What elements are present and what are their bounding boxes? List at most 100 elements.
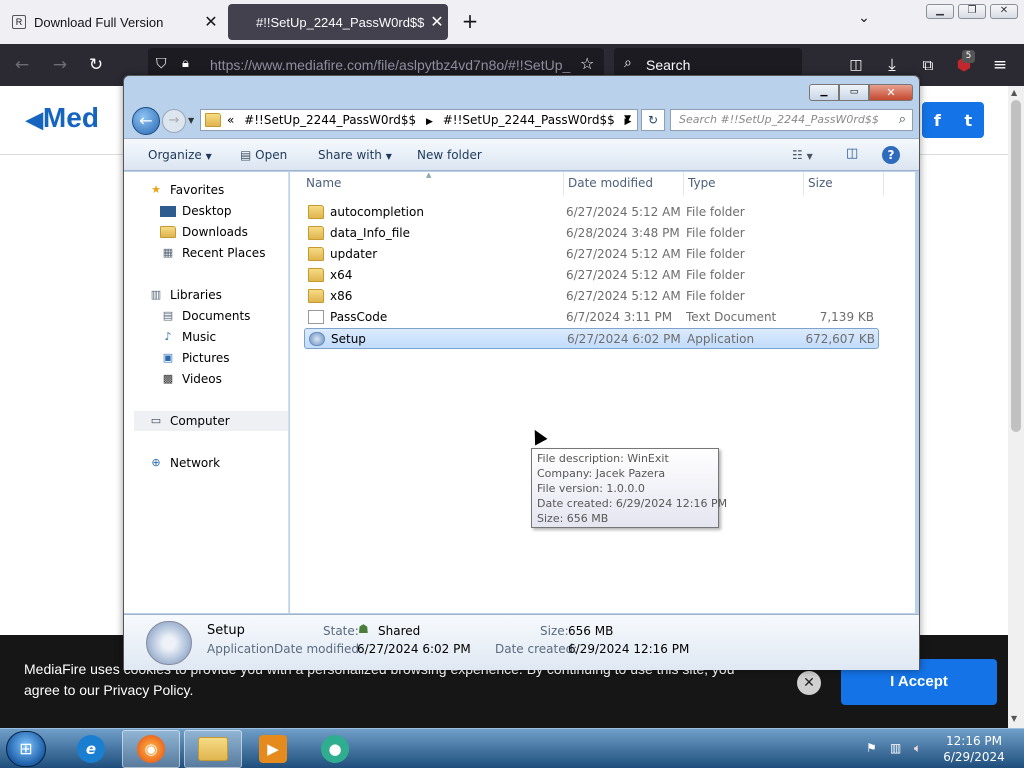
system-clock[interactable]: 12:16 PM 6/29/2024 <box>938 733 1010 765</box>
file-list-pane: Name ▲ Date modified Type Size autocomple… <box>290 171 915 613</box>
nav-documents[interactable]: ▤ Documents <box>160 306 251 326</box>
minimize-window-button[interactable]: ▁ <box>926 4 954 19</box>
nav-videos[interactable]: ▩ Videos <box>160 369 222 389</box>
new-tab-button[interactable]: + <box>458 10 482 34</box>
file-name: x64 <box>330 268 353 282</box>
start-button[interactable]: ⊞ <box>6 731 46 767</box>
column-header-date-modified[interactable]: Date modified <box>564 172 684 196</box>
tab-title: #!!SetUp_2244_PassW0rd$$ <box>256 14 425 30</box>
organize-button[interactable]: Organize ▼ <box>148 148 212 162</box>
file-row-selected[interactable]: Setup 6/27/2024 6:02 PM Application 672,… <box>304 328 879 349</box>
taskbar-app[interactable]: ● <box>306 730 364 768</box>
breadcrumb-overflow[interactable]: « <box>227 113 234 127</box>
file-date: 6/27/2024 5:12 AM <box>566 247 681 261</box>
breadcrumb-arrow-icon[interactable]: ▶ <box>426 117 433 127</box>
address-bar[interactable]: « #!!SetUp_2244_PassW0rd$$ ▶ #!!SetUp_22… <box>200 109 638 131</box>
file-row[interactable]: x86 6/27/2024 5:12 AM File folder <box>304 286 879 307</box>
action-center-flag-icon[interactable]: ⚑ <box>866 741 877 755</box>
tooltip-line: Size: 656 MB <box>537 512 609 525</box>
file-row[interactable]: autocompletion 6/27/2024 5:12 AM File fo… <box>304 202 879 223</box>
nav-music[interactable]: ♪ Music <box>160 327 216 347</box>
close-window-button[interactable]: ✕ <box>990 4 1018 19</box>
tooltip-line: File description: WinExit <box>537 452 669 465</box>
search-icon[interactable]: ⌕ <box>899 112 906 127</box>
share-with-button[interactable]: Share with ▼ <box>318 148 392 162</box>
nav-downloads[interactable]: Downloads <box>160 222 248 242</box>
details-modified-label: Date modified: <box>274 642 364 656</box>
explorer-close-button[interactable]: ✕ <box>869 84 913 101</box>
scroll-down-icon[interactable]: ▼ <box>1011 714 1017 723</box>
file-row[interactable]: PassCode 6/7/2024 3:11 PM Text Document … <box>304 307 879 328</box>
open-button[interactable]: ▤ Open <box>240 148 287 162</box>
search-icon: ⌕ <box>624 55 632 71</box>
file-row[interactable]: x64 6/27/2024 5:12 AM File folder <box>304 265 879 286</box>
shield-icon[interactable]: ⛉ <box>156 56 167 72</box>
cookie-close-icon[interactable]: ✕ <box>797 671 821 695</box>
extensions-icon[interactable]: ⧉ <box>916 53 940 77</box>
taskbar-media-player[interactable]: ▶ <box>244 730 302 768</box>
nav-computer[interactable]: ▭ Computer <box>134 411 288 431</box>
column-header-name[interactable]: Name ▲ <box>302 171 564 196</box>
views-icon[interactable]: ☷ ▼ <box>792 148 813 162</box>
nav-pictures[interactable]: ▣ Pictures <box>160 348 230 368</box>
mediafire-logo[interactable]: ◀︎Med <box>26 102 99 134</box>
volume-muted-icon[interactable]: 🔈︎ <box>914 741 921 756</box>
nav-recent-places[interactable]: ▦ Recent Places <box>160 243 266 263</box>
close-tab-icon[interactable]: ✕ <box>426 12 448 32</box>
explorer-search-box[interactable]: Search #!!SetUp_2244_PassW0rd$$ ⌕ <box>670 109 913 131</box>
file-row[interactable]: updater 6/27/2024 5:12 AM File folder <box>304 244 879 265</box>
music-icon: ♪ <box>164 330 172 343</box>
address-dropdown-icon[interactable]: ▼ <box>624 114 631 124</box>
explorer-minimize-button[interactable]: ▁ <box>809 84 839 101</box>
recent-pages-icon[interactable]: ▼ <box>188 116 194 125</box>
scrollbar-thumb[interactable] <box>1011 100 1021 432</box>
new-folder-button[interactable]: New folder <box>417 148 482 162</box>
chevron-down-icon: ▼ <box>385 152 392 161</box>
nav-network[interactable]: ⊕ Network <box>148 453 220 473</box>
column-header-size[interactable]: Size <box>804 172 884 196</box>
refresh-icon[interactable]: ↻ <box>641 109 665 131</box>
file-date: 6/7/2024 3:11 PM <box>566 310 673 324</box>
nav-desktop[interactable]: Desktop <box>160 201 232 221</box>
forward-button[interactable]: → <box>162 109 186 133</box>
file-date: 6/27/2024 6:02 PM <box>567 332 681 346</box>
tab-setup-active[interactable]: #!!SetUp_2244_PassW0rd$$ ✕ <box>228 4 448 40</box>
forward-arrow-icon[interactable]: → <box>48 53 72 77</box>
facebook-icon[interactable]: f <box>934 111 941 130</box>
nav-libraries[interactable]: ▥ Libraries <box>148 285 222 305</box>
bookmark-star-icon[interactable]: ☆ <box>580 54 594 73</box>
menu-icon[interactable]: ≡ <box>988 53 1012 77</box>
pocket-icon[interactable]: ◫ <box>844 53 868 77</box>
column-header-type[interactable]: Type <box>684 172 804 196</box>
taskbar-firefox[interactable]: ◉ <box>122 730 180 768</box>
tooltip-line: File version: 1.0.0.0 <box>537 482 645 495</box>
back-button[interactable]: ← <box>132 107 160 135</box>
pictures-icon: ▣ <box>162 351 174 364</box>
network-tray-icon[interactable]: ▥ <box>890 741 901 755</box>
breadcrumb-item[interactable]: #!!SetUp_2244_PassW0rd$$ <box>244 113 416 127</box>
list-all-tabs-chevron-icon[interactable]: ⌄ <box>852 10 876 34</box>
reload-icon[interactable]: ↻ <box>84 53 108 77</box>
file-name: updater <box>330 247 378 261</box>
lock-icon[interactable]: 🔒︎ <box>182 56 189 71</box>
taskbar-internet-explorer[interactable]: e <box>62 730 120 768</box>
restore-window-button[interactable]: ❐ <box>958 4 986 19</box>
close-tab-icon[interactable]: ✕ <box>200 12 222 32</box>
taskbar-file-explorer[interactable] <box>184 730 242 768</box>
twitter-icon[interactable]: t <box>965 111 973 130</box>
back-arrow-icon[interactable]: ← <box>10 53 34 77</box>
tab-download-full-version[interactable]: R Download Full Version ✕ <box>4 4 222 40</box>
breadcrumb-item[interactable]: #!!SetUp_2244_PassW0rd$$ <box>443 113 615 127</box>
help-icon[interactable]: ? <box>882 146 900 164</box>
file-row[interactable]: data_Info_file 6/28/2024 3:48 PM File fo… <box>304 223 879 244</box>
downloads-icon[interactable]: ⤓ <box>880 53 904 77</box>
videos-icon: ▩ <box>162 372 174 385</box>
file-type: File folder <box>686 205 745 219</box>
tab-title: Download Full Version <box>34 14 164 30</box>
url-text[interactable]: https://www.mediafire.com/file/aslpytbz4… <box>210 57 570 73</box>
explorer-maximize-button[interactable]: ▭ <box>839 84 869 101</box>
details-size-value: 656 MB <box>568 624 614 638</box>
preview-pane-icon[interactable]: ◫ <box>846 146 858 161</box>
scroll-up-icon[interactable]: ▲ <box>1011 88 1017 97</box>
nav-favorites[interactable]: ★ Favorites <box>148 180 224 200</box>
